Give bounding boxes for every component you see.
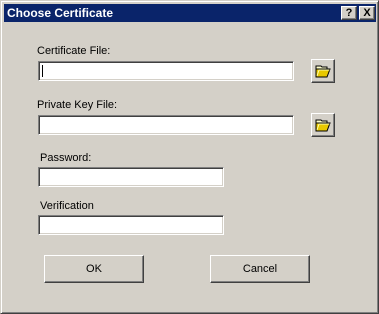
cancel-button[interactable]: Cancel — [210, 255, 310, 283]
verification-field[interactable] — [38, 215, 224, 235]
cancel-button-label: Cancel — [242, 263, 278, 275]
password-field[interactable] — [38, 167, 224, 187]
private-key-file-label: Private Key File: — [37, 99, 118, 111]
help-icon: ? — [345, 7, 353, 19]
open-folder-icon — [315, 65, 331, 78]
ok-button-label: OK — [86, 263, 102, 275]
private-key-file-field[interactable] — [38, 115, 294, 135]
certificate-file-label: Certificate File: — [37, 45, 111, 57]
text-caret — [42, 65, 43, 77]
choose-certificate-dialog: Choose Certificate ? X Certificate File:… — [0, 0, 379, 314]
close-icon: X — [363, 7, 371, 19]
open-folder-icon — [315, 119, 331, 132]
verification-label: Verification — [40, 200, 94, 212]
browse-private-key-button[interactable] — [311, 113, 335, 137]
browse-certificate-button[interactable] — [311, 59, 335, 83]
certificate-file-field[interactable] — [38, 61, 294, 81]
password-label: Password: — [40, 152, 92, 164]
ok-button[interactable]: OK — [44, 255, 144, 283]
title-bar[interactable]: Choose Certificate ? X — [4, 4, 376, 22]
close-button[interactable]: X — [359, 6, 375, 20]
help-button[interactable]: ? — [341, 6, 357, 20]
dialog-title: Choose Certificate — [7, 6, 114, 20]
